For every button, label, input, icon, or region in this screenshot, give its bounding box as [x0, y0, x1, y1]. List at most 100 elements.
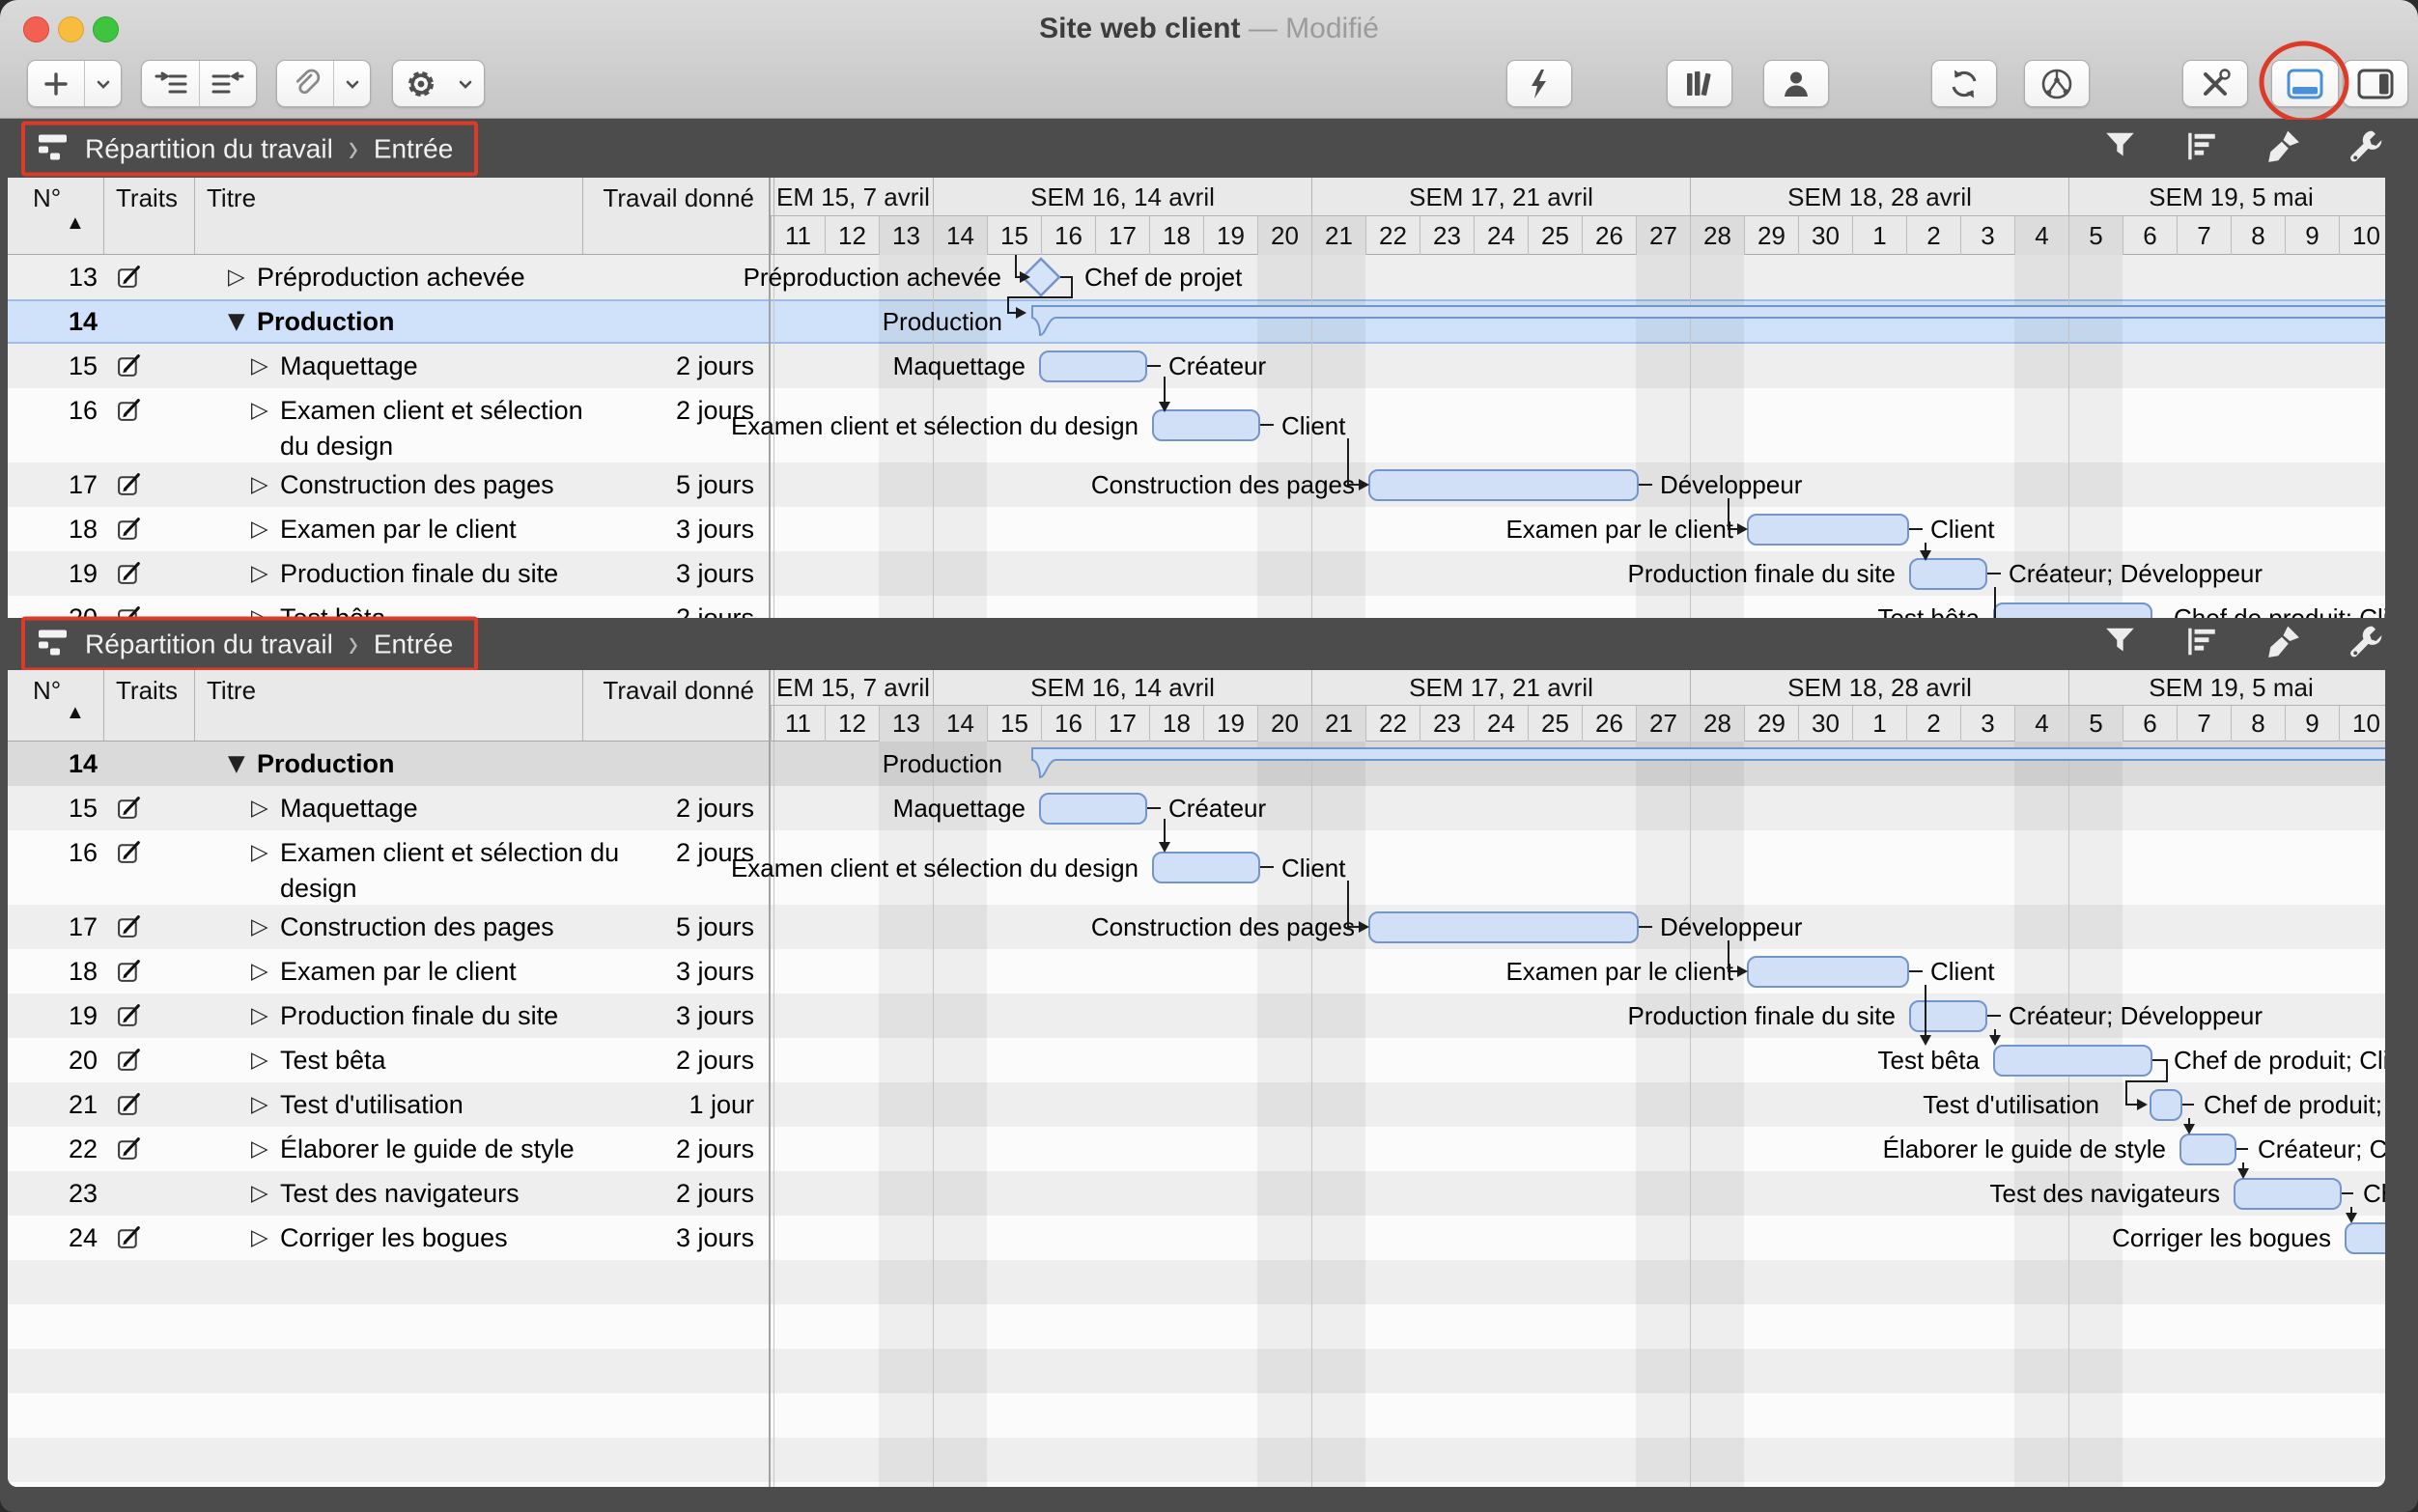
clean-up-icon[interactable] [2265, 624, 2302, 665]
task-title[interactable]: Construction des pages [280, 905, 554, 949]
disclosure-collapsed-icon[interactable]: ▷ [251, 344, 276, 388]
gantt-task-bar[interactable] [1039, 350, 1147, 382]
chevron-down-icon[interactable] [334, 61, 370, 106]
gantt-task-bar[interactable] [2179, 1134, 2236, 1165]
catch-up-button[interactable] [1506, 60, 1572, 107]
task-title[interactable]: Examen client et sélection dudesign [280, 830, 619, 907]
actions-button[interactable] [392, 60, 485, 107]
disclosure-collapsed-icon[interactable]: ▷ [251, 1127, 276, 1171]
disclosure-collapsed-icon[interactable]: ▷ [228, 255, 253, 299]
task-title[interactable]: Test des navigateurs [280, 1171, 520, 1216]
disclosure-collapsed-icon[interactable]: ▷ [251, 1171, 276, 1216]
task-title[interactable]: Examen par le client [280, 507, 517, 551]
gear-icon[interactable] [394, 61, 448, 106]
resource-library-button[interactable] [1667, 60, 1732, 107]
breadcrumb-sub[interactable]: Entrée [374, 133, 454, 164]
disclosure-collapsed-icon[interactable]: ▷ [251, 949, 276, 994]
toggle-bottom-view-button[interactable] [2271, 60, 2339, 107]
task-title[interactable]: Test d'utilisation [280, 1082, 464, 1127]
indent-outdent-group[interactable] [141, 60, 257, 107]
view-options-icon[interactable] [2184, 129, 2219, 169]
breadcrumb-view[interactable]: Répartition du travail [85, 629, 333, 659]
disclosure-expanded-icon[interactable]: ▼ [228, 742, 253, 786]
disclosure-collapsed-icon[interactable]: ▷ [251, 905, 276, 949]
task-title[interactable]: Test bêta [280, 1038, 386, 1082]
disclosure-collapsed-icon[interactable]: ▷ [251, 1082, 276, 1127]
task-title[interactable]: Maquettage [280, 786, 418, 830]
col-header-title[interactable]: Titre [207, 183, 256, 213]
task-title[interactable]: Corriger les bogues [280, 1216, 508, 1260]
disclosure-collapsed-icon[interactable]: ▷ [251, 388, 276, 433]
add-task-button[interactable] [27, 60, 122, 107]
tools-button[interactable] [2182, 60, 2248, 107]
gantt-task-bar[interactable] [2150, 1089, 2182, 1121]
disclosure-collapsed-icon[interactable]: ▷ [251, 462, 276, 507]
gantt-task-bar[interactable] [2234, 1178, 2342, 1210]
paperclip-icon[interactable] [277, 61, 333, 106]
settings-wrench-icon[interactable] [2348, 128, 2385, 170]
task-title[interactable]: Examen client et sélectiondu design [280, 388, 583, 464]
col-header-effort[interactable]: Travail donné [582, 183, 754, 213]
toggle-inspector-button[interactable] [2343, 60, 2408, 107]
task-title[interactable]: Production finale du site [280, 994, 558, 1038]
col-header-traits[interactable]: Traits [116, 183, 178, 213]
assign-resource-button[interactable] [1763, 60, 1829, 107]
note-icon[interactable] [116, 1223, 144, 1258]
sync-button[interactable] [1931, 60, 1997, 107]
col-header-traits[interactable]: Traits [116, 676, 178, 706]
indent-icon[interactable] [143, 61, 199, 106]
task-title[interactable]: Production finale du site [280, 551, 558, 596]
gantt-task-bar[interactable] [1152, 852, 1260, 883]
note-icon[interactable] [116, 794, 144, 828]
summary-bar[interactable] [1029, 305, 2385, 343]
note-icon[interactable] [116, 470, 144, 505]
task-title[interactable]: Production [257, 299, 395, 344]
gantt-task-bar[interactable] [1909, 1000, 1987, 1032]
gantt-task-bar[interactable] [1909, 558, 1987, 590]
gantt-task-bar[interactable] [1368, 469, 1639, 501]
filter-icon[interactable] [2103, 129, 2138, 169]
task-title[interactable]: Examen par le client [280, 949, 517, 994]
disclosure-collapsed-icon[interactable]: ▷ [251, 507, 276, 551]
gantt-task-bar[interactable] [1368, 911, 1639, 943]
milestone-diamond[interactable] [1020, 256, 1062, 303]
publish-button[interactable] [2024, 60, 2090, 107]
note-icon[interactable] [116, 515, 144, 549]
note-icon[interactable] [116, 396, 144, 431]
task-title[interactable]: Maquettage [280, 344, 418, 388]
task-title[interactable]: Construction des pages [280, 462, 554, 507]
note-icon[interactable] [116, 912, 144, 947]
note-icon[interactable] [116, 559, 144, 594]
disclosure-collapsed-icon[interactable]: ▷ [251, 786, 276, 830]
task-title[interactable]: Test bêta [280, 596, 386, 618]
note-icon[interactable] [116, 838, 144, 873]
gantt-task-bar[interactable] [1747, 514, 1909, 546]
gantt-task-bar[interactable] [1152, 409, 1260, 441]
breadcrumb-sub[interactable]: Entrée [374, 629, 454, 659]
note-icon[interactable] [116, 351, 144, 386]
task-title[interactable]: Production [257, 742, 395, 786]
chevron-down-icon[interactable] [448, 61, 483, 106]
gantt-task-bar[interactable] [1993, 1045, 2152, 1077]
note-icon[interactable] [116, 1001, 144, 1036]
clean-up-icon[interactable] [2265, 128, 2302, 170]
view-options-icon[interactable] [2184, 625, 2219, 664]
summary-bar[interactable] [1029, 747, 2385, 785]
filter-icon[interactable] [2103, 625, 2138, 664]
disclosure-collapsed-icon[interactable]: ▷ [251, 994, 276, 1038]
note-icon[interactable] [116, 1046, 144, 1080]
disclosure-collapsed-icon[interactable]: ▷ [251, 830, 276, 875]
col-header-title[interactable]: Titre [207, 676, 256, 706]
note-icon[interactable] [116, 1134, 144, 1169]
gantt-task-bar[interactable] [1993, 602, 2152, 619]
disclosure-collapsed-icon[interactable]: ▷ [251, 1038, 276, 1082]
col-header-effort[interactable]: Travail donné [582, 676, 754, 706]
settings-wrench-icon[interactable] [2348, 624, 2385, 665]
note-icon[interactable] [116, 1090, 144, 1125]
task-title[interactable]: Élaborer le guide de style [280, 1127, 575, 1171]
disclosure-collapsed-icon[interactable]: ▷ [251, 551, 276, 596]
note-icon[interactable] [116, 957, 144, 992]
gantt-task-bar[interactable] [2345, 1222, 2385, 1254]
note-icon[interactable] [116, 263, 144, 297]
gantt-task-bar[interactable] [1747, 956, 1909, 988]
